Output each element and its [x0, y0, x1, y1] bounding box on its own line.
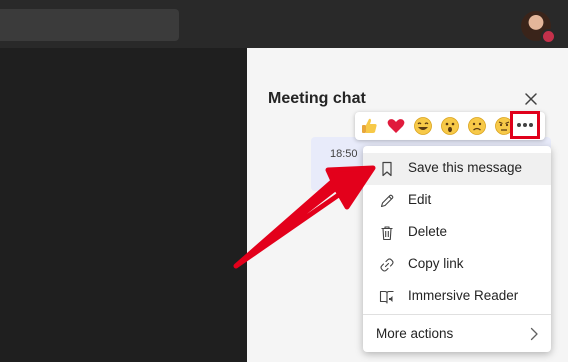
meeting-stage	[0, 48, 247, 362]
chat-title: Meeting chat	[268, 90, 366, 107]
link-icon	[380, 258, 394, 272]
message-time: 18:50	[330, 148, 358, 160]
top-bar	[0, 0, 568, 48]
laughing-icon[interactable]	[413, 116, 433, 136]
close-icon[interactable]	[522, 90, 540, 108]
menu-item-copy-link[interactable]: Copy link	[363, 249, 551, 281]
menu-item-more-actions[interactable]: More actions	[363, 315, 551, 352]
menu-item-label: Copy link	[408, 256, 464, 271]
bookmark-icon	[382, 161, 392, 177]
menu-item-label: Delete	[408, 224, 448, 239]
menu-item-immersive-reader[interactable]: Immersive Reader	[363, 281, 551, 313]
menu-item-delete[interactable]: Delete	[363, 217, 551, 249]
surprised-icon[interactable]	[440, 116, 460, 136]
message-text: Hey	[330, 165, 355, 181]
thumbs-up-icon[interactable]	[359, 116, 379, 136]
heart-icon[interactable]	[386, 116, 406, 136]
trash-icon	[381, 226, 393, 241]
chevron-right-icon	[530, 327, 538, 341]
sad-icon[interactable]	[467, 116, 487, 136]
menu-item-save-message[interactable]: Save this message	[363, 153, 551, 185]
more-options-icon	[517, 123, 533, 127]
more-options-button[interactable]	[510, 111, 540, 139]
menu-item-label: More actions	[376, 326, 454, 341]
menu-item-label: Save this message	[408, 160, 523, 175]
message-context-menu: Save this message Edit Delete Copy link …	[363, 146, 551, 352]
immersive-reader-icon	[379, 290, 394, 304]
search-box[interactable]	[0, 9, 179, 41]
pencil-icon	[380, 194, 394, 208]
menu-item-label: Immersive Reader	[408, 288, 519, 303]
menu-item-edit[interactable]: Edit	[363, 185, 551, 217]
menu-item-label: Edit	[408, 192, 432, 207]
presence-busy-badge	[541, 29, 556, 44]
